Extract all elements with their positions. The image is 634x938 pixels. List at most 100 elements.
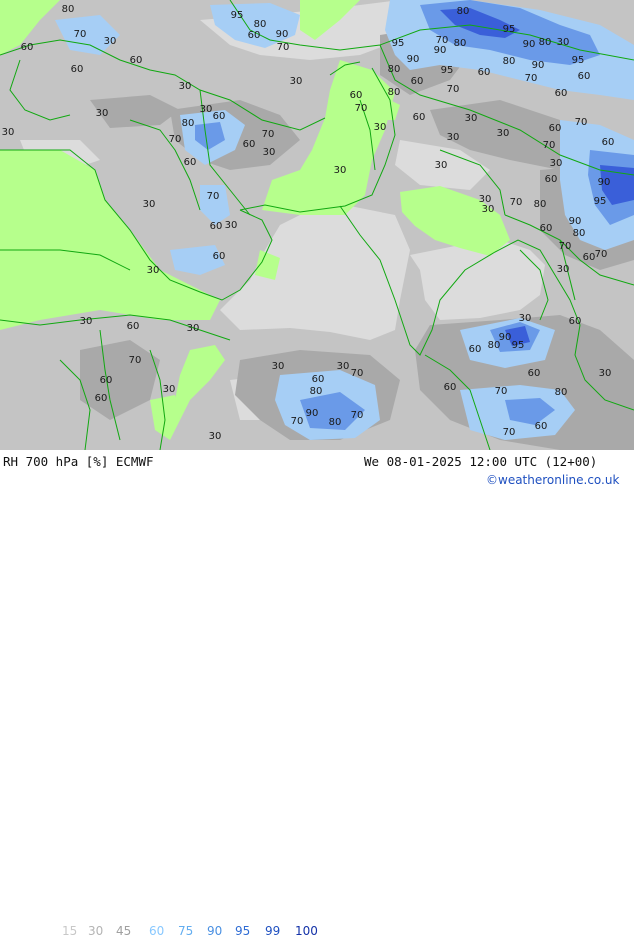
contour-label: 70 [575,117,588,128]
legend-value: 100 [295,924,318,938]
contour-label: 30 [482,204,495,215]
map-footer: RH 700 hPa [%] ECMWF We 08-01-2025 12:00… [0,450,634,938]
contour-label: 30 [290,76,303,87]
contour-label: 60 [243,139,256,150]
contour-label: 30 [200,104,213,115]
contour-label: 60 [312,374,325,385]
contour-label: 80 [454,38,467,49]
contour-label: 60 [213,251,226,262]
contour-label: 60 [602,137,615,148]
contour-label: 60 [248,30,261,41]
contour-label: 60 [100,375,113,386]
contour-label: 30 [447,132,460,143]
contour-label: 90 [598,177,611,188]
valid-datetime: We 08-01-2025 12:00 UTC (12+00) [364,454,598,469]
contour-label: 60 [127,321,140,332]
contour-label: 30 [187,323,200,334]
contour-label: 70 [169,134,182,145]
contour-label: 60 [71,64,84,75]
contour-label: 95 [503,24,516,35]
contour-label: 80 [488,340,501,351]
contour-label: 70 [351,368,364,379]
contour-label: 30 [557,264,570,275]
contour-label: 80 [539,37,552,48]
contour-label: 70 [129,355,142,366]
contour-label: 70 [525,73,538,84]
legend-value: 99 [265,924,281,938]
contour-label: 95 [512,340,525,351]
contour-label: 30 [179,81,192,92]
contour-label: 60 [411,76,424,87]
contour-label: 60 [444,382,457,393]
contour-label: 60 [210,221,223,232]
contour-label: 80 [254,19,267,30]
contour-label: 30 [519,313,532,324]
contour-label: 60 [350,90,363,101]
contour-label: 60 [535,421,548,432]
contour-label: 60 [413,112,426,123]
contour-label: 60 [21,42,34,53]
contour-label: 30 [80,316,93,327]
legend-value: 95 [235,924,251,938]
rh-map: 80 95 80 60 90 70 70 30 60 60 60 30 30 30 60 30 80 70 70 60… [0,0,634,450]
contour-label: 30 [263,147,276,158]
contour-label: 60 [569,316,582,327]
contour-label: 30 [2,127,15,138]
contour-label: 30 [96,108,109,119]
contour-label: 60 [540,223,553,234]
legend-value: 90 [207,924,223,938]
legend-value: 15 [62,924,78,938]
contour-label: 70 [447,84,460,95]
contour-label: 60 [545,174,558,185]
contour-label: 60 [184,157,197,168]
contour-label: 95 [392,38,405,49]
contour-label: 95 [441,65,454,76]
credit-link[interactable]: ©weatheronline.co.uk [486,473,619,487]
contour-label: 80 [62,4,75,15]
contour-label: 70 [595,249,608,260]
contour-label: 30 [465,113,478,124]
contour-label: 30 [272,361,285,372]
contour-label: 30 [334,165,347,176]
contour-label: 90 [434,45,447,56]
contour-label: 70 [543,140,556,151]
contour-label: 70 [74,29,87,40]
contour-label: 80 [182,118,195,129]
contour-label: 60 [549,123,562,134]
contour-label: 80 [503,56,516,67]
contour-label: 60 [130,55,143,66]
contour-label: 70 [559,241,572,252]
contour-label: 30 [225,220,238,231]
contour-label: 70 [351,410,364,421]
contour-label: 95 [231,10,244,21]
legend-value: 60 [149,924,165,938]
contour-label: 60 [213,111,226,122]
contour-label: 90 [499,332,512,343]
contour-label: 90 [407,54,420,65]
contour-label: 90 [523,39,536,50]
contour-label: 30 [337,361,350,372]
contour-label: 70 [355,103,368,114]
contour-label: 30 [147,265,160,276]
contour-label: 70 [495,386,508,397]
contour-label: 60 [555,88,568,99]
contour-label: 60 [95,393,108,404]
contour-label: 80 [555,387,568,398]
contour-label: 95 [594,196,607,207]
legend-value: 75 [178,924,194,938]
contour-label: 30 [163,384,176,395]
contour-label: 90 [569,216,582,227]
contour-label: 70 [207,191,220,202]
contour-label: 80 [329,417,342,428]
contour-label: 30 [599,368,612,379]
contour-label: 95 [572,55,585,66]
contour-label: 70 [262,129,275,140]
contour-label: 60 [469,344,482,355]
legend-value: 45 [116,924,132,938]
contour-label: 80 [457,6,470,17]
contour-label: 80 [573,228,586,239]
contour-label: 30 [143,199,156,210]
legend-value: 30 [88,924,104,938]
product-title: RH 700 hPa [%] ECMWF [3,454,154,469]
contour-label: 70 [510,197,523,208]
